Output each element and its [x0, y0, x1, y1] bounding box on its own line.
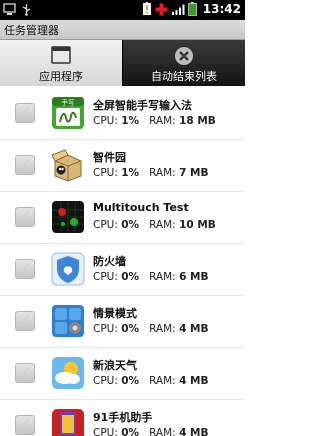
ram-value: 6 MB	[179, 271, 209, 283]
usb-icon	[22, 4, 31, 16]
weather-app-icon	[52, 357, 84, 389]
checkbox[interactable]	[15, 259, 35, 279]
box-app-icon	[51, 149, 82, 182]
app-name: 情景模式	[93, 307, 137, 320]
clock-time: 13:42	[202, 2, 241, 16]
tab-bar: 应用程序 自动结束列表	[0, 40, 245, 86]
cpu-label: CPU:	[93, 375, 118, 387]
cpu-value: 0%	[121, 375, 140, 387]
ram-value: 10 MB	[179, 219, 216, 231]
signal-icon	[171, 4, 185, 15]
list-item[interactable]: 情景模式 CPU: 0% RAM: 4 MB	[0, 296, 245, 348]
ram-value: 18 MB	[179, 115, 216, 127]
cpu-value: 0%	[121, 271, 140, 283]
app-stats: CPU: 0% RAM: 10 MB	[93, 219, 216, 231]
cpu-value: 0%	[121, 219, 140, 231]
ram-value: 4 MB	[179, 375, 209, 387]
close-circle-icon	[175, 47, 193, 65]
checkbox[interactable]	[15, 415, 35, 435]
cpu-value: 1%	[121, 167, 140, 179]
ram-label: RAM:	[149, 323, 176, 335]
app-stats: CPU: 0% RAM: 4 MB	[93, 323, 208, 335]
cpu-label: CPU:	[93, 323, 118, 335]
monitor-icon	[3, 3, 16, 15]
profile-app-icon	[52, 305, 84, 337]
firewall-app-icon	[51, 252, 85, 286]
red-cross-icon	[155, 3, 168, 15]
list-item[interactable]: Multitouch Test CPU: 0% RAM: 10 MB	[0, 192, 245, 244]
ram-label: RAM:	[149, 271, 176, 283]
window-icon	[51, 46, 71, 64]
checkbox[interactable]	[15, 155, 35, 175]
ram-label: RAM:	[149, 167, 176, 179]
ram-label: RAM:	[149, 427, 176, 436]
cpu-value: 0%	[121, 427, 140, 436]
battery-alert-icon	[142, 2, 151, 15]
handwriting-app-icon: 手写	[52, 97, 84, 129]
app-stats: CPU: 1% RAM: 7 MB	[93, 167, 208, 179]
app-stats: CPU: 0% RAM: 6 MB	[93, 271, 208, 283]
app-name: 防火墙	[93, 255, 126, 268]
app-name: Multitouch Test	[93, 201, 189, 214]
app-stats: CPU: 0% RAM: 4 MB	[93, 427, 208, 436]
ram-value: 7 MB	[179, 167, 209, 179]
ram-label: RAM:	[149, 375, 176, 387]
app-name: 新浪天气	[93, 359, 137, 372]
ram-value: 4 MB	[179, 427, 209, 436]
list-item[interactable]: 新浪天气 CPU: 0% RAM: 4 MB	[0, 348, 245, 400]
svg-text:手写: 手写	[62, 98, 75, 107]
list-item[interactable]: 91手机助手 CPU: 0% RAM: 4 MB	[0, 400, 245, 436]
multitouch-app-icon	[52, 201, 84, 233]
list-item[interactable]: 防火墙 CPU: 0% RAM: 6 MB	[0, 244, 245, 296]
cpu-label: CPU:	[93, 219, 118, 231]
cpu-label: CPU:	[93, 427, 118, 436]
ram-label: RAM:	[149, 219, 176, 231]
cpu-label: CPU:	[93, 167, 118, 179]
list-item[interactable]: 智件园 CPU: 1% RAM: 7 MB	[0, 140, 245, 192]
checkbox[interactable]	[15, 363, 35, 383]
ram-label: RAM:	[149, 115, 176, 127]
cpu-value: 1%	[121, 115, 140, 127]
tab-applications[interactable]: 应用程序	[0, 40, 122, 86]
app-name: 91手机助手	[93, 411, 153, 424]
cpu-label: CPU:	[93, 115, 118, 127]
tab-applications-label: 应用程序	[39, 70, 83, 83]
list-item[interactable]: 手写 全屏智能手写输入法 CPU: 1% RAM: 18 MB	[0, 88, 245, 140]
app-name: 全屏智能手写输入法	[93, 99, 192, 112]
cpu-value: 0%	[121, 323, 140, 335]
battery-icon	[187, 2, 197, 16]
app-stats: CPU: 0% RAM: 4 MB	[93, 375, 208, 387]
checkbox[interactable]	[15, 207, 35, 227]
phone-assistant-app-icon	[52, 409, 84, 436]
tab-auto-end-list[interactable]: 自动结束列表	[123, 40, 245, 86]
title-bar: 任务管理器	[0, 20, 245, 40]
checkbox[interactable]	[15, 311, 35, 331]
cpu-label: CPU:	[93, 271, 118, 283]
status-bar: 13:42	[0, 0, 245, 20]
checkbox[interactable]	[15, 103, 35, 123]
app-stats: CPU: 1% RAM: 18 MB	[93, 115, 216, 127]
app-name: 智件园	[93, 151, 126, 164]
app-list[interactable]: 手写 全屏智能手写输入法 CPU: 1% RAM: 18 MB 智件园 CPU: …	[0, 88, 245, 436]
tab-auto-end-list-label: 自动结束列表	[151, 70, 217, 83]
app-title: 任务管理器	[4, 24, 59, 37]
ram-value: 4 MB	[179, 323, 209, 335]
